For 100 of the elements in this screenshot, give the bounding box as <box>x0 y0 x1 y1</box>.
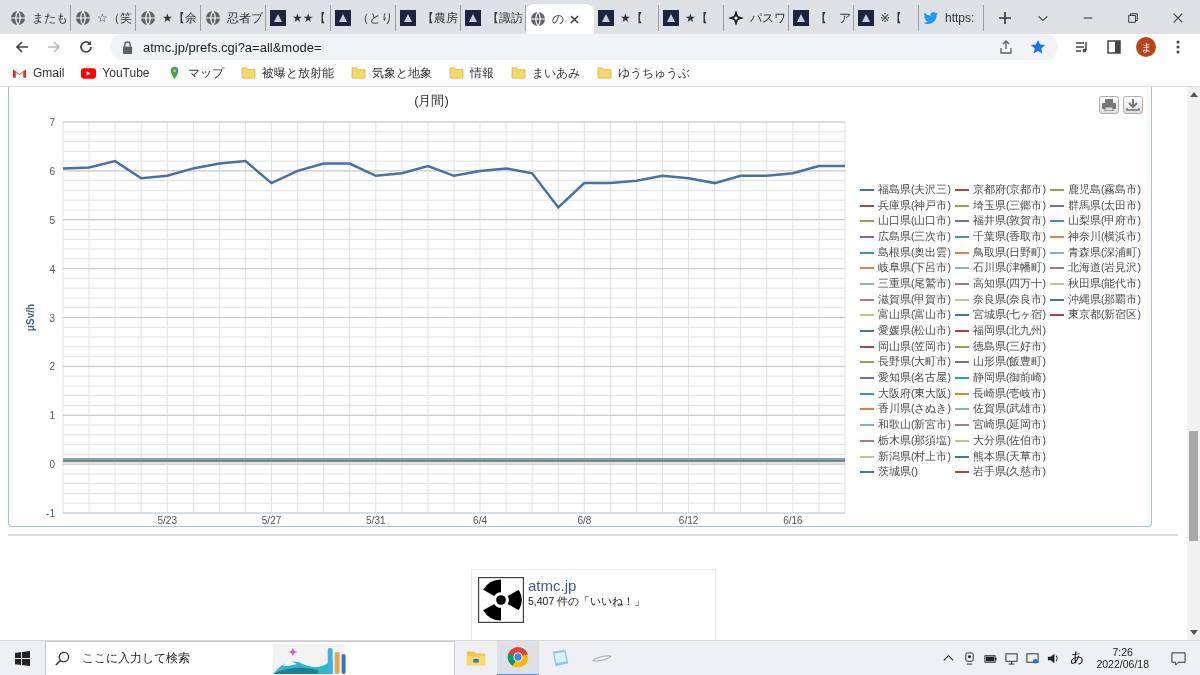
legend-label[interactable]: 熊本県(天草市) <box>973 449 1046 464</box>
legend-label[interactable]: 大阪府(東大阪) <box>878 386 951 401</box>
browser-tab[interactable]: ※【 <box>854 5 919 31</box>
reload-icon[interactable] <box>78 39 94 55</box>
legend-label[interactable]: 福島県(夫沢三) <box>878 182 951 197</box>
axis-label: 5/31 <box>366 515 386 526</box>
download-button[interactable] <box>1123 96 1143 114</box>
legend-label[interactable]: 群馬県(太田市) <box>1068 198 1141 213</box>
legend-label[interactable]: 島根県(奥出雲) <box>878 245 951 260</box>
back-icon[interactable] <box>14 39 30 55</box>
browser-tab[interactable]: ★★【 <box>266 5 331 31</box>
browser-tab[interactable]: 【諏訪 <box>461 5 526 31</box>
legend-label[interactable]: 和歌山(新宮市) <box>878 418 951 433</box>
scroll-down-icon[interactable] <box>1189 630 1198 636</box>
star-icon[interactable] <box>1030 39 1046 55</box>
legend-label[interactable]: 埼玉県(三郷市) <box>973 198 1046 213</box>
display-icon[interactable] <box>1026 651 1040 665</box>
legend-label[interactable]: 茨城県() <box>878 465 918 480</box>
legend-label[interactable]: 兵庫県(神戸市) <box>878 198 951 213</box>
legend-label[interactable]: 沖縄県(那覇市) <box>1068 292 1141 307</box>
legend-label[interactable]: 鹿児島(霧島市) <box>1068 182 1141 197</box>
legend-label[interactable]: 長崎県(壱岐市) <box>973 386 1046 401</box>
legend-label[interactable]: 奈良県(奈良市) <box>973 292 1046 307</box>
legend-label[interactable]: 岩手県(久慈市) <box>973 465 1046 480</box>
legend-label[interactable]: 福井県(敦賀市) <box>973 214 1046 229</box>
media-icon[interactable] <box>1074 39 1090 55</box>
legend-label[interactable]: 鳥取県(日野町) <box>973 245 1046 260</box>
windows-start-icon[interactable] <box>15 650 30 666</box>
legend-label[interactable]: 岐阜県(下呂市) <box>878 261 951 276</box>
restore-icon[interactable] <box>1127 12 1139 24</box>
legend-label[interactable]: 静岡県(御前崎) <box>973 371 1046 386</box>
legend-label[interactable]: 秋田県(能代市) <box>1068 276 1141 291</box>
legend-label[interactable]: 岡山県(笠岡市) <box>878 339 951 354</box>
bookmark-label[interactable]: 被曝と放射能 <box>261 64 334 82</box>
legend-label[interactable]: 滋賀県(甲賀市) <box>878 292 951 307</box>
legend-label[interactable]: 愛知県(名古屋) <box>878 371 951 386</box>
legend-label[interactable]: 新潟県(村上市) <box>878 449 951 464</box>
legend-label[interactable]: 香川県(さぬき) <box>878 402 951 417</box>
legend-label[interactable]: 高知県(四万十) <box>973 276 1046 291</box>
side-panel-icon[interactable] <box>1106 39 1122 55</box>
ime-indicator[interactable]: あ <box>1070 649 1085 667</box>
camera-icon[interactable] <box>963 651 977 665</box>
legend-label[interactable]: 北海道(岩見沢) <box>1068 261 1141 276</box>
close-icon[interactable] <box>1172 12 1184 24</box>
legend-label[interactable]: 神奈川(横浜市) <box>1068 229 1141 244</box>
legend-label[interactable]: 石川県(津幡町) <box>973 261 1046 276</box>
browser-tab[interactable]: またも <box>6 5 71 31</box>
legend-label[interactable]: 佐賀県(武雄市) <box>973 402 1046 417</box>
chrome-icon[interactable] <box>507 646 529 668</box>
bookmark-label[interactable]: マップ <box>187 64 224 82</box>
legend-label[interactable]: 栃木県(那須塩) <box>878 433 951 448</box>
bookmark-label[interactable]: まいあみ <box>531 64 580 82</box>
legend-label[interactable]: 京都府(京都市) <box>973 182 1046 197</box>
address-bar[interactable]: atmc.jp/prefs.cgi?a=all&mode= <box>110 34 1058 60</box>
legend-label[interactable]: 愛媛県(松山市) <box>878 324 951 339</box>
legend-label[interactable]: 長野県(大町市) <box>878 355 951 370</box>
browser-tab[interactable]: 【 ア <box>789 5 854 31</box>
bookmark-label[interactable]: YouTube <box>102 66 150 80</box>
browser-tab[interactable]: の <box>526 4 594 34</box>
network-icon[interactable] <box>1005 651 1019 665</box>
share-icon[interactable] <box>998 39 1014 55</box>
new-tab-icon[interactable] <box>998 11 1012 25</box>
axis-label: 3 <box>49 312 55 324</box>
scroll-up-icon[interactable] <box>1189 91 1198 97</box>
legend-label[interactable]: 東京都(新宿区) <box>1068 308 1141 323</box>
bookmark-label[interactable]: 気象と地象 <box>371 64 432 82</box>
legend-label[interactable]: 富山県(富山市) <box>878 308 951 323</box>
globe-icon <box>530 11 546 27</box>
legend-label[interactable]: 徳島県(三好市) <box>973 339 1046 354</box>
legend-label[interactable]: 青森県(深浦町) <box>1068 245 1141 260</box>
scrollbar[interactable] <box>1187 87 1200 640</box>
browser-tab[interactable]: ★【余 <box>136 5 201 31</box>
page-link[interactable]: atmc.jp <box>528 577 646 594</box>
browser-tab[interactable]: 忍者ブ <box>201 5 266 31</box>
close-icon[interactable] <box>570 14 579 24</box>
bookmark-label[interactable]: ゆうちゅうぶ <box>617 64 690 82</box>
legend-label[interactable]: 宮城県(七ヶ宿) <box>973 308 1046 323</box>
profile-avatar[interactable]: ま <box>1136 37 1156 57</box>
legend-label[interactable]: 千葉県(香取市) <box>973 229 1046 244</box>
browser-tab[interactable]: パスワ <box>724 5 789 31</box>
browser-tab[interactable]: ★【 <box>659 5 724 31</box>
legend-label[interactable]: 三重県(尾鷲市) <box>878 276 951 291</box>
bookmark-label[interactable]: Gmail <box>33 66 65 80</box>
notification-icon[interactable] <box>1171 650 1186 666</box>
print-button[interactable] <box>1099 96 1119 114</box>
browser-tab[interactable]: ☆（笑 <box>71 5 136 31</box>
legend-label[interactable]: 山梨県(甲府市) <box>1068 214 1141 229</box>
taskbar-clock[interactable]: 7:26 2022/06/18 <box>1090 646 1155 670</box>
browser-tab[interactable]: https: <box>919 5 984 31</box>
browser-tab[interactable]: 【農房 <box>396 5 461 31</box>
browser-tab[interactable]: ★【 <box>594 5 659 31</box>
legend-label[interactable]: 宮崎県(延岡市) <box>973 418 1046 433</box>
bookmark-label[interactable]: 情報 <box>469 64 494 82</box>
legend-label[interactable]: 山形県(飯豊町) <box>973 355 1046 370</box>
browser-tab[interactable]: （とり <box>331 5 396 31</box>
legend-label[interactable]: 山口県(山口市) <box>878 214 951 229</box>
legend-label[interactable]: 広島県(三次市) <box>878 229 951 244</box>
scrollbar-thumb[interactable] <box>1189 431 1198 541</box>
legend-label[interactable]: 福岡県(北九州) <box>973 324 1046 339</box>
legend-label[interactable]: 大分県(佐伯市) <box>973 433 1046 448</box>
